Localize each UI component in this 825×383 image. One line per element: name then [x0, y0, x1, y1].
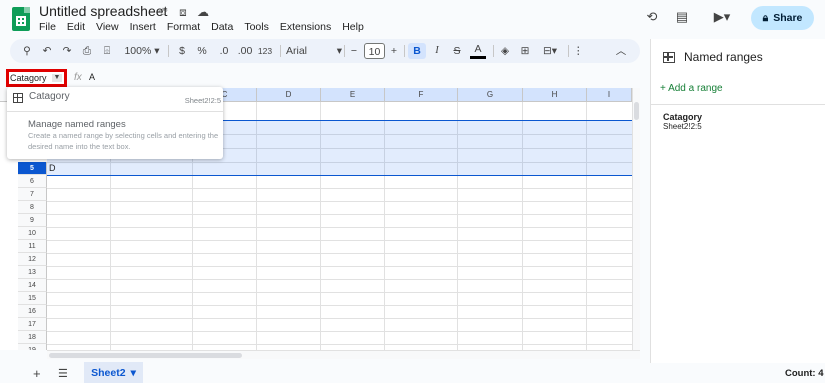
paint-format-icon[interactable]: ⌹: [100, 43, 114, 59]
named-ranges-panel: Named ranges + Add a range Catagory Shee…: [650, 39, 825, 365]
menu-tools[interactable]: Tools: [244, 21, 269, 33]
italic-button[interactable]: I: [430, 43, 444, 59]
lock-icon: 🔒︎: [762, 11, 769, 24]
column-header-f[interactable]: F: [385, 88, 458, 102]
row-header-18[interactable]: 18: [18, 331, 47, 344]
row-header-8[interactable]: 8: [18, 201, 47, 214]
fill-color-icon[interactable]: ◈: [498, 43, 512, 59]
add-sheet-icon[interactable]: +: [33, 366, 41, 381]
row-header-6[interactable]: 6: [18, 175, 47, 188]
named-ranges-dropdown: Catagory Sheet2!2:5 Manage named ranges …: [7, 87, 223, 159]
menu-file[interactable]: File: [39, 21, 56, 33]
strikethrough-button[interactable]: S: [450, 43, 464, 59]
horizontal-scrollbar[interactable]: [47, 350, 640, 359]
selection-count[interactable]: Count: 4: [785, 368, 824, 379]
row-header-7[interactable]: 7: [18, 188, 47, 201]
decrease-font-size-button[interactable]: −: [348, 43, 360, 59]
vertical-scrollbar[interactable]: [632, 88, 640, 350]
star-icon[interactable]: ☆: [156, 5, 170, 19]
menu-data[interactable]: Data: [211, 21, 233, 33]
menu-format[interactable]: Format: [167, 21, 200, 33]
font-select[interactable]: Arial ▾: [286, 43, 342, 59]
all-sheets-icon[interactable]: ☰: [58, 367, 68, 380]
row-header-12[interactable]: 12: [18, 253, 47, 266]
column-header-d[interactable]: D: [257, 88, 321, 102]
number-format-button[interactable]: 123: [256, 43, 274, 59]
meet-icon[interactable]: ▶▾: [708, 9, 736, 25]
menu-view[interactable]: View: [96, 21, 119, 33]
row-header-17[interactable]: 17: [18, 318, 47, 331]
named-range-icon: [13, 93, 23, 103]
text-color-button[interactable]: A: [470, 43, 486, 59]
merge-cells-icon[interactable]: ⊟▾: [538, 43, 562, 59]
formula-input[interactable]: A: [89, 72, 95, 82]
more-options-icon[interactable]: ⋮: [573, 43, 584, 59]
collapse-menus-icon[interactable]: ︿: [614, 43, 628, 59]
row-header-14[interactable]: 14: [18, 279, 47, 292]
font-name: Arial: [286, 45, 308, 57]
undo-icon[interactable]: ↶: [40, 43, 54, 59]
dropdown-range-name: Catagory: [29, 91, 70, 102]
row-header-11[interactable]: 11: [18, 240, 47, 253]
comments-icon[interactable]: ▤: [672, 9, 692, 25]
cell-value[interactable]: D: [49, 163, 56, 173]
add-range-button[interactable]: + Add a range: [660, 83, 723, 94]
cloud-status-icon[interactable]: ☁: [196, 5, 210, 19]
row-header-19[interactable]: 19: [18, 344, 47, 350]
zoom-value: 100%: [124, 45, 152, 57]
column-header-h[interactable]: H: [523, 88, 587, 102]
name-box-value: Catagory: [10, 73, 47, 83]
sheet-tab-label: Sheet2: [91, 366, 126, 379]
chevron-down-icon[interactable]: ▼: [52, 74, 62, 82]
dropdown-range-ref: Sheet2!2:5: [184, 96, 221, 105]
panel-title: Named ranges: [684, 50, 763, 64]
share-button[interactable]: 🔒︎ Share: [751, 6, 814, 30]
increase-decimal-button[interactable]: .00: [236, 43, 254, 59]
plus-icon: +: [660, 83, 666, 94]
sheet-tab[interactable]: Sheet2 ▾: [84, 362, 143, 383]
fx-icon: fx: [74, 72, 82, 83]
search-menus-icon[interactable]: ⚲: [20, 43, 34, 59]
dropdown-range-item[interactable]: Catagory Sheet2!2:5: [7, 87, 223, 109]
zoom-select[interactable]: 100% ▾: [122, 43, 162, 59]
borders-icon[interactable]: ⊞: [518, 43, 532, 59]
column-header-g[interactable]: G: [458, 88, 523, 102]
manage-named-ranges-link[interactable]: Manage named ranges: [28, 119, 126, 130]
row-header-13[interactable]: 13: [18, 266, 47, 279]
manage-named-ranges-description: Create a named range by selecting cells …: [28, 131, 219, 151]
share-label: Share: [773, 12, 803, 24]
row-header-16[interactable]: 16: [18, 305, 47, 318]
name-box[interactable]: Catagory ▼: [6, 69, 67, 87]
add-range-label: Add a range: [668, 83, 723, 94]
row-header-9[interactable]: 9: [18, 214, 47, 227]
font-size-input[interactable]: 10: [364, 43, 385, 59]
document-title[interactable]: Untitled spreadsheet: [39, 3, 167, 19]
named-range-name[interactable]: Catagory: [663, 112, 702, 122]
menu-edit[interactable]: Edit: [67, 21, 85, 33]
toolbar: ⚲ ↶ ↷ ⎙ ⌹ 100% ▾ $ % .0 .00 123 Arial ▾ …: [10, 39, 640, 63]
menu-bar: File Edit View Insert Format Data Tools …: [39, 21, 375, 33]
version-history-icon[interactable]: ⟲: [642, 9, 662, 25]
percent-button[interactable]: %: [195, 43, 209, 59]
row-header-10[interactable]: 10: [18, 227, 47, 240]
menu-insert[interactable]: Insert: [130, 21, 156, 33]
decrease-decimal-button[interactable]: .0: [215, 43, 233, 59]
bold-button[interactable]: B: [408, 43, 426, 59]
row-header-15[interactable]: 15: [18, 292, 47, 305]
row-header-5[interactable]: 5: [18, 162, 47, 175]
menu-help[interactable]: Help: [342, 21, 364, 33]
move-folder-icon[interactable]: ⧈: [176, 5, 190, 20]
column-header-e[interactable]: E: [321, 88, 385, 102]
chevron-down-icon[interactable]: ▾: [131, 367, 136, 379]
named-range-icon: [663, 52, 675, 63]
increase-font-size-button[interactable]: +: [388, 43, 400, 59]
sheets-logo-icon[interactable]: [12, 7, 30, 31]
named-range-ref: Sheet2!2:5: [663, 122, 702, 131]
menu-extensions[interactable]: Extensions: [280, 21, 331, 33]
column-header-i[interactable]: I: [587, 88, 632, 102]
print-icon[interactable]: ⎙: [80, 43, 94, 59]
redo-icon[interactable]: ↷: [60, 43, 74, 59]
currency-button[interactable]: $: [175, 43, 189, 59]
